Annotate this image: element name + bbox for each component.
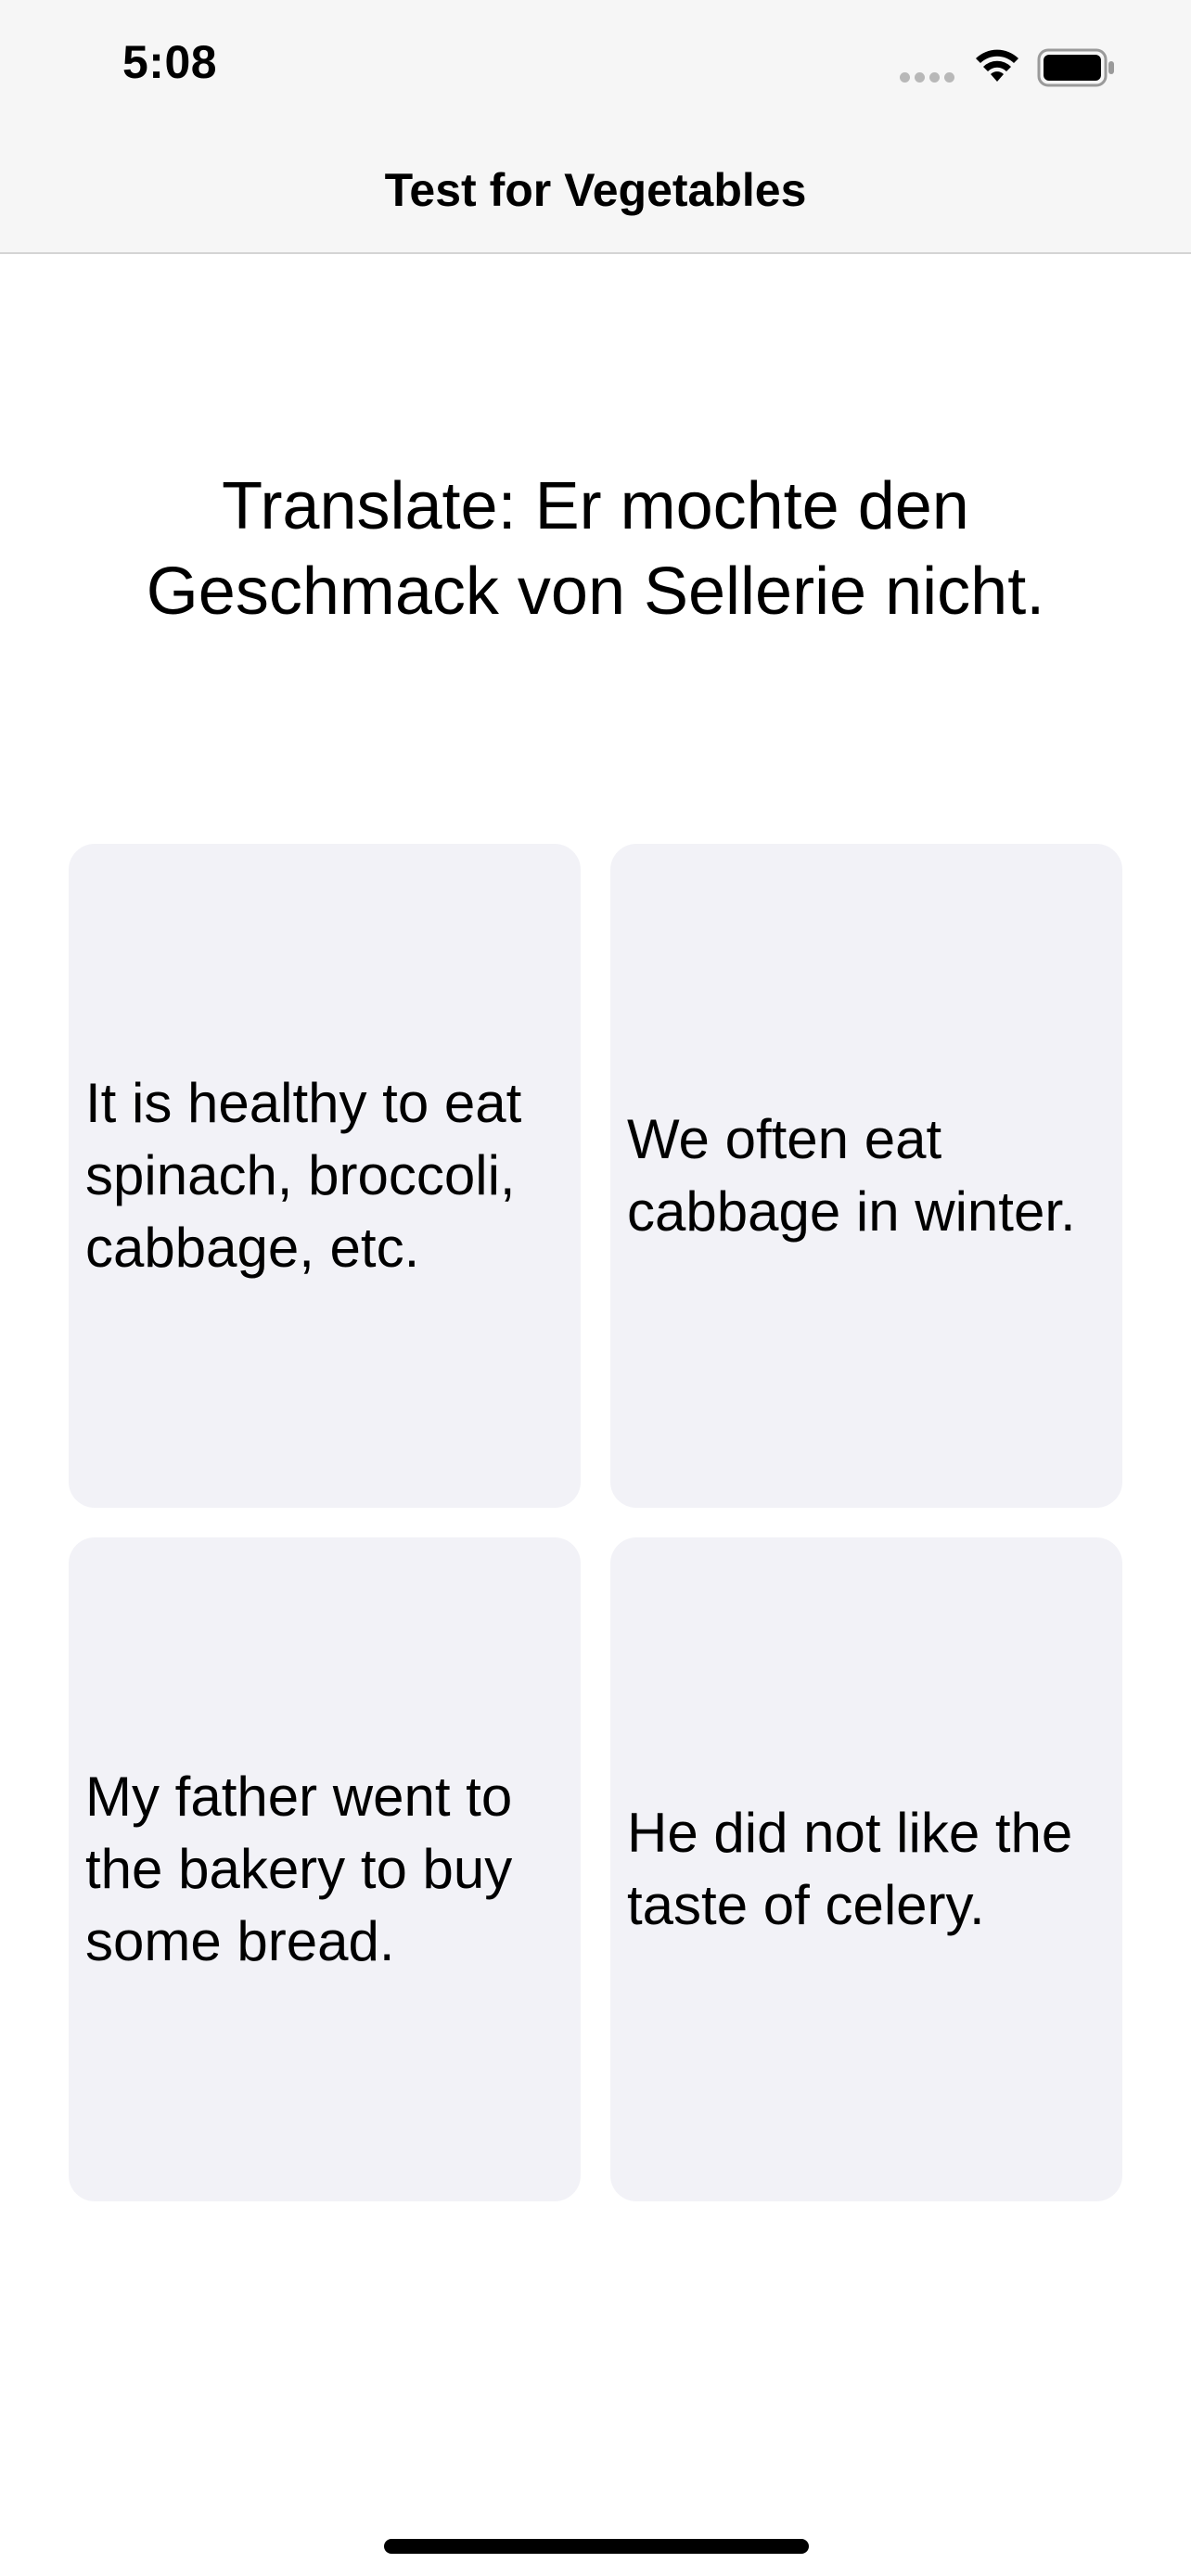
answer-option-2[interactable]: We often eat cabbage in winter. bbox=[610, 844, 1122, 1508]
answer-option-label: He did not like the taste of celery. bbox=[627, 1802, 1073, 1936]
answer-option-1[interactable]: It is healthy to eat spinach, broccoli, … bbox=[69, 844, 581, 1508]
screen: 5:08 Test for Vegetables Translate: Er m… bbox=[0, 0, 1191, 2576]
wifi-icon bbox=[976, 49, 1018, 82]
signal-dots-icon bbox=[900, 72, 957, 83]
home-indicator[interactable] bbox=[384, 2539, 809, 2554]
answer-option-label: My father went to the bakery to buy some… bbox=[85, 1766, 513, 1972]
translation-prompt: Translate: Er mochte den Geschmack von S… bbox=[146, 469, 1045, 629]
answer-option-label: It is healthy to eat spinach, broccoli, … bbox=[85, 1072, 522, 1279]
battery-icon bbox=[1037, 48, 1114, 87]
answer-option-3[interactable]: My father went to the bakery to buy some… bbox=[69, 1537, 581, 2201]
page-title: Test for Vegetables bbox=[384, 164, 807, 216]
navigation-bar: 5:08 Test for Vegetables bbox=[0, 0, 1191, 254]
status-time: 5:08 bbox=[122, 36, 218, 88]
answer-option-label: We often eat cabbage in winter. bbox=[627, 1108, 1076, 1243]
answer-option-4[interactable]: He did not like the taste of celery. bbox=[610, 1537, 1122, 2201]
